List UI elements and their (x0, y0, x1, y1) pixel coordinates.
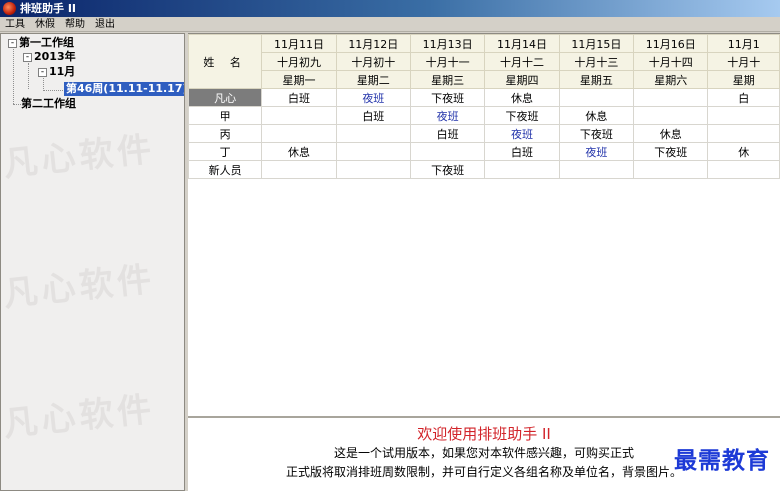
shift-cell[interactable] (633, 88, 709, 107)
employee-name-cell[interactable]: 丙 (188, 124, 263, 143)
lunar-header: 十月十三 (558, 52, 635, 71)
shift-cell[interactable]: 休息 (633, 124, 709, 143)
table-row[interactable]: 新人员 下夜班 (188, 160, 780, 179)
schedule-table: 姓 名 11月11日 11月12日 11月13日 11月14日 11月15日 1… (188, 34, 780, 179)
tree-watermark: 凡心软件 (1, 129, 158, 185)
date-header: 11月1 (707, 34, 780, 53)
lunar-header: 十月初九 (261, 52, 337, 71)
collapse-icon[interactable]: - (8, 38, 17, 48)
collapse-icon[interactable]: - (23, 52, 32, 62)
app-window: 排班助手 II 工具 休假 帮助 退出 凡心软件 凡心软件 凡心软件 - 第一工作组 -… (0, 0, 780, 491)
shift-cell[interactable] (558, 88, 635, 107)
shift-cell[interactable]: 休 (707, 142, 780, 161)
shift-cell[interactable]: 夜班 (409, 106, 486, 125)
shift-cell[interactable] (558, 160, 635, 179)
date-header: 11月14日 (484, 34, 560, 53)
date-header: 11月15日 (558, 34, 635, 53)
shift-cell[interactable] (335, 160, 412, 179)
shift-cell[interactable]: 白 (707, 88, 780, 107)
shift-cell[interactable] (484, 160, 560, 179)
tree-node-week[interactable]: 第46周(11.11-11.17) (64, 82, 184, 96)
shift-cell[interactable] (335, 124, 412, 143)
shift-cell[interactable]: 夜班 (558, 142, 635, 161)
weekday-header: 星期六 (633, 70, 709, 89)
table-row[interactable]: 丙 白班 夜班 下夜班 休息 (188, 124, 780, 143)
shift-cell[interactable] (409, 142, 486, 161)
app-icon (3, 2, 16, 15)
shift-cell[interactable]: 白班 (335, 106, 412, 125)
weekday-header: 星期二 (335, 70, 412, 89)
table-row[interactable]: 凡心 白班 夜班 下夜班 休息 白 (188, 88, 780, 107)
lunar-header: 十月初十 (335, 52, 412, 71)
lunar-header: 十月十四 (633, 52, 709, 71)
weekday-header: 星期四 (484, 70, 560, 89)
shift-cell[interactable] (633, 106, 709, 125)
header-row-lunar: 十月初九 十月初十 十月十一 十月十二 十月十三 十月十四 十月十 (189, 52, 780, 71)
weekday-header: 星期五 (558, 70, 635, 89)
tree-node-group1[interactable]: - 第一工作组 (8, 36, 74, 50)
shift-cell[interactable]: 休息 (261, 142, 337, 161)
shift-cell[interactable] (707, 124, 780, 143)
menu-tools[interactable]: 工具 (0, 18, 30, 32)
tree-node-year[interactable]: -2013年 (23, 50, 76, 64)
employee-name-cell[interactable]: 甲 (188, 106, 263, 125)
title-bar[interactable]: 排班助手 II (0, 0, 780, 17)
tree-node-group2[interactable]: 第二工作组 (21, 97, 76, 111)
shift-cell[interactable]: 下夜班 (409, 88, 486, 107)
collapse-icon[interactable]: - (38, 67, 47, 77)
lunar-header: 十月十一 (409, 52, 486, 71)
group-tree[interactable]: 凡心软件 凡心软件 凡心软件 - 第一工作组 -2013年 -11月 第46周(1… (0, 33, 185, 491)
shift-cell[interactable] (707, 160, 780, 179)
date-header: 11月12日 (335, 34, 412, 53)
shift-cell[interactable] (261, 124, 337, 143)
shift-cell[interactable] (335, 142, 412, 161)
date-header: 11月13日 (409, 34, 486, 53)
menu-exit[interactable]: 退出 (90, 18, 120, 32)
shift-cell[interactable]: 白班 (261, 88, 337, 107)
header-row-weekday: 星期一 星期二 星期三 星期四 星期五 星期六 星期 (189, 70, 780, 89)
table-row[interactable]: 甲 白班 夜班 下夜班 休息 (188, 106, 780, 125)
lunar-header: 十月十二 (484, 52, 560, 71)
welcome-panel: 欢迎使用排班助手 II 这是一个试用版本，如果您对本软件感兴趣，可购买正式 正式… (188, 416, 780, 491)
employee-name-cell[interactable]: 丁 (188, 142, 263, 161)
menu-vacation[interactable]: 休假 (30, 18, 60, 32)
shift-cell[interactable] (261, 160, 337, 179)
name-column-header: 姓 名 (188, 34, 263, 89)
shift-cell[interactable]: 夜班 (335, 88, 412, 107)
shift-cell[interactable]: 下夜班 (633, 142, 709, 161)
date-header: 11月16日 (633, 34, 709, 53)
shift-cell[interactable] (633, 160, 709, 179)
weekday-header: 星期一 (261, 70, 337, 89)
menu-bar: 工具 休假 帮助 退出 (0, 17, 780, 32)
lunar-header: 十月十 (707, 52, 780, 71)
date-header: 11月11日 (261, 34, 337, 53)
shift-cell[interactable]: 下夜班 (484, 106, 560, 125)
tree-watermark: 凡心软件 (1, 259, 158, 315)
shift-cell[interactable]: 白班 (409, 124, 486, 143)
tree-watermark: 凡心软件 (1, 389, 158, 445)
weekday-header: 星期 (707, 70, 780, 89)
employee-name-cell[interactable]: 新人员 (188, 160, 263, 179)
shift-cell[interactable]: 下夜班 (558, 124, 635, 143)
weekday-header: 星期三 (409, 70, 486, 89)
shift-cell[interactable]: 夜班 (484, 124, 560, 143)
shift-cell[interactable] (261, 106, 337, 125)
header-row-dates: 姓 名 11月11日 11月12日 11月13日 11月14日 11月15日 1… (188, 34, 780, 89)
tree-node-month[interactable]: -11月 (38, 65, 75, 79)
shift-cell[interactable]: 休息 (558, 106, 635, 125)
shift-cell[interactable] (707, 106, 780, 125)
window-title: 排班助手 II (20, 2, 77, 15)
brand-watermark: 最需教育 (674, 447, 770, 474)
schedule-grid: 姓 名 11月11日 11月12日 11月13日 11月14日 11月15日 1… (188, 33, 780, 416)
employee-name-cell[interactable]: 凡心 (188, 88, 263, 107)
shift-cell[interactable]: 白班 (484, 142, 560, 161)
shift-cell[interactable]: 下夜班 (409, 160, 486, 179)
menu-help[interactable]: 帮助 (60, 18, 90, 32)
table-row[interactable]: 丁休息 白班 夜班 下夜班休 (188, 142, 780, 161)
shift-cell[interactable]: 休息 (484, 88, 560, 107)
